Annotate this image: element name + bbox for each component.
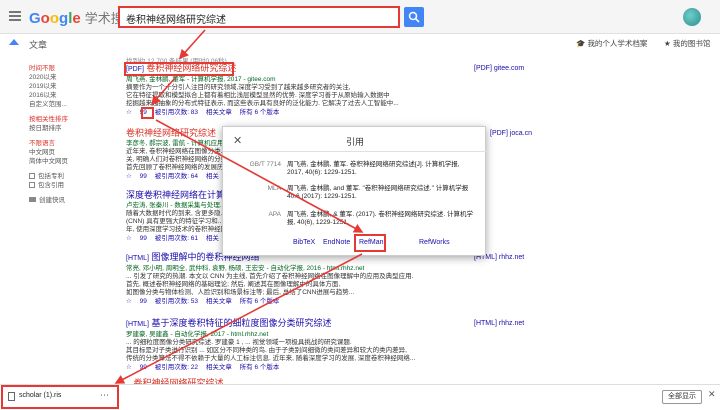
result-snippet-line: 如图像分类与物体检测、人脸识别和场景标注等; 最后, 总结了CNN进展与趋势..… bbox=[126, 289, 355, 296]
dialog-title: 引用 bbox=[345, 137, 364, 147]
cite-quote-icon[interactable]: 99 bbox=[140, 364, 147, 371]
create-alert-link[interactable]: 创建快讯 bbox=[29, 196, 109, 205]
lang-filter-any[interactable]: 不限语言 bbox=[29, 139, 109, 148]
pdf-side-link[interactable]: [PDF] joca.cn bbox=[490, 130, 532, 137]
result-actions: ☆ 99 被引用次数: 22 相关文章 所有 6 个版本 bbox=[126, 364, 471, 372]
related-articles-link[interactable]: 相关文章 bbox=[206, 109, 232, 116]
save-star-icon[interactable]: ☆ bbox=[126, 235, 132, 242]
my-library-label: 我的图书馆 bbox=[672, 39, 711, 48]
citation-format-label: GB/T 7714 bbox=[249, 161, 281, 168]
checkbox-icon bbox=[29, 182, 35, 188]
result-snippet-line: 传统的分类算法不得不依赖于大量的人工标注信息. 近年来, 随着深度学习的发展, … bbox=[126, 355, 416, 362]
save-star-icon[interactable]: ☆ bbox=[126, 173, 132, 180]
cited-by-link[interactable]: 被引用次数: 22 bbox=[155, 364, 198, 371]
my-profile-label: 我的个人学术档案 bbox=[587, 39, 648, 48]
envelope-icon bbox=[29, 197, 36, 202]
result-snippet-line: 摘要作为一个十分引人注目的研究领域,深度学习受到了越来越多研究者的关注, bbox=[126, 84, 351, 91]
all-versions-link[interactable]: 所有 6 个版本 bbox=[240, 298, 280, 305]
cited-by-link[interactable]: 被引用次数: 53 bbox=[155, 298, 198, 305]
my-library-link[interactable]: ★ 我的图书馆 bbox=[664, 38, 710, 49]
cited-by-link[interactable]: 被引用次数: 83 bbox=[155, 109, 198, 116]
cite-quote-icon[interactable]: 99 bbox=[140, 173, 147, 180]
lang-filter-simplified[interactable]: 简体中文网页 bbox=[29, 157, 109, 166]
highlight-box-title bbox=[124, 62, 234, 76]
result-source: 常亮, 邓小明, 周明全, 武仲科, 袁野, 杨硕, 王宏安 - 自动化学报, … bbox=[126, 265, 365, 272]
include-citations-checkbox[interactable]: 包含引用 bbox=[29, 181, 109, 190]
time-filter-2020[interactable]: 2020以来 bbox=[29, 73, 109, 82]
result-item: [HTML] 基于深度卷积特征的细粒度图像分类研究综述 罗建豪, 吴建鑫 - 自… bbox=[126, 318, 471, 372]
articles-triangle-icon bbox=[9, 39, 19, 45]
html-side-link[interactable]: [HTML] rhhz.net bbox=[474, 320, 524, 327]
citation-format-label: MLA bbox=[267, 185, 281, 192]
all-versions-link[interactable]: 所有 6 个版本 bbox=[240, 109, 280, 116]
sort-by-relevance[interactable]: 按相关性排序 bbox=[29, 115, 109, 124]
time-filter-2016[interactable]: 2016以来 bbox=[29, 91, 109, 100]
pdf-side-link[interactable]: [PDF] gitee.com bbox=[474, 65, 524, 72]
related-articles-link[interactable]: 相关文章 bbox=[206, 364, 232, 371]
highlight-box-download bbox=[1, 385, 119, 409]
page: Google 学术搜索 卷积神经网络研究综述 文章 🎓 我的个人学术档案 ★ 我的… bbox=[0, 0, 720, 410]
cited-by-link[interactable]: 被引用次数: 64 bbox=[155, 173, 198, 180]
save-star-icon[interactable]: ☆ bbox=[126, 109, 132, 116]
result-item: [HTML] 图像理解中的卷积神经网络 常亮, 邓小明, 周明全, 武仲科, 袁… bbox=[126, 252, 471, 306]
result-actions: ☆ 99 被引用次数: 83 相关文章 所有 6 个版本 bbox=[126, 109, 471, 117]
time-filter-2019[interactable]: 2019以来 bbox=[29, 82, 109, 91]
result-source: 罗建豪, 吴建鑫 - 自动化学报, 2017 - html.rhhz.net bbox=[126, 331, 269, 338]
time-filter-any[interactable]: 时间不限 bbox=[29, 64, 109, 73]
result-title-link[interactable]: [HTML] 基于深度卷积特征的细粒度图像分类研究综述 bbox=[126, 318, 471, 330]
all-versions-link[interactable]: 所有 6 个版本 bbox=[240, 364, 280, 371]
export-bibtex-link[interactable]: BibTeX bbox=[293, 239, 315, 246]
related-articles-link[interactable]: 相关 bbox=[206, 235, 219, 242]
lang-filter-chinese[interactable]: 中文网页 bbox=[29, 148, 109, 157]
citation-text[interactable]: 周飞燕, 金林鹏, & 董军. (2017). 卷积神经网络研究综述. 计算机学… bbox=[287, 211, 477, 227]
show-all-downloads-button[interactable]: 全部显示 bbox=[662, 390, 702, 404]
include-patents-checkbox[interactable]: 包括专利 bbox=[29, 172, 109, 181]
highlight-box-refman bbox=[354, 234, 386, 252]
result-snippet-line: ... 引发了研究的热潮. 本文以 CNN 为主线, 首先介绍了卷积神经网络在图… bbox=[126, 273, 414, 280]
search-input[interactable]: 卷积神经网络研究综述 bbox=[118, 6, 400, 28]
save-star-icon[interactable]: ☆ bbox=[126, 298, 132, 305]
my-profile-link[interactable]: 🎓 我的个人学术档案 bbox=[576, 38, 647, 49]
avatar[interactable] bbox=[683, 8, 701, 26]
graduation-cap-icon: 🎓 bbox=[576, 39, 586, 48]
result-snippet-line: 挖掘越来越抽象的分布式特征表示, 而这些表示具有良好的泛化能力. 它解决了过去人… bbox=[126, 100, 399, 107]
time-filter-custom[interactable]: 自定义范围... bbox=[29, 100, 109, 109]
citation-format-label: APA bbox=[268, 211, 281, 218]
related-articles-link[interactable]: 相关文章 bbox=[206, 298, 232, 305]
cite-quote-icon[interactable]: 99 bbox=[140, 235, 147, 242]
section-title: 文章 bbox=[29, 40, 48, 50]
result-source: 周飞燕, 金林鹏, 董军 - 计算机学报, 2017 - gitee.com bbox=[126, 76, 276, 83]
save-star-icon[interactable]: ☆ bbox=[126, 364, 132, 371]
highlight-box-cite bbox=[141, 107, 154, 119]
export-refworks-link[interactable]: RefWorks bbox=[419, 239, 450, 246]
arrow-search-to-title bbox=[178, 29, 206, 60]
star-icon: ★ bbox=[664, 39, 671, 48]
result-snippet-line: 其目标是对子类进行识别 ... 如区分不同种类的鸟. 由于子类别间细微的类间差异… bbox=[126, 347, 407, 354]
cited-by-link[interactable]: 被引用次数: 61 bbox=[155, 235, 198, 242]
sort-by-date[interactable]: 按日期排序 bbox=[29, 124, 109, 133]
checkbox-icon bbox=[29, 173, 35, 179]
cite-quote-icon[interactable]: 99 bbox=[140, 298, 147, 305]
hamburger-menu-icon[interactable] bbox=[9, 11, 21, 21]
citation-text[interactable]: 周飞燕, 金林鹏, 董军. 卷积神经网络研究综述[J]. 计算机学报, 2017… bbox=[287, 161, 477, 177]
search-icon bbox=[408, 11, 420, 23]
export-endnote-link[interactable]: EndNote bbox=[323, 239, 350, 246]
result-snippet-line: ... 的细粒度图像分类研究综述. 罗建豪 1 , ... 视觉领域一项极具挑战… bbox=[126, 339, 352, 346]
result-actions: ☆ 99 被引用次数: 53 相关文章 所有 6 个版本 bbox=[126, 298, 471, 306]
dialog-divider bbox=[223, 151, 487, 152]
search-button[interactable] bbox=[404, 7, 424, 27]
result-snippet-line: 它在特征提取和模型拟合上都有着相比浅层模型显然的优势. 深度学习善于从原始输入数… bbox=[126, 92, 390, 99]
sidebar-filters: 时间不限 2020以来 2019以来 2016以来 自定义范围... 按相关性排… bbox=[29, 64, 109, 205]
result-snippet-line: 首先, 概述卷积神经网络的基础理论; 然后, 阐述其在图像理解中的具体方面, bbox=[126, 281, 341, 288]
related-articles-link[interactable]: 相关 bbox=[206, 173, 219, 180]
close-download-bar-icon[interactable]: ✕ bbox=[708, 389, 716, 400]
citation-text[interactable]: 周飞燕, 金林鹏, and 董军. "卷积神经网络研究综述." 计算机学报 40… bbox=[287, 185, 477, 201]
